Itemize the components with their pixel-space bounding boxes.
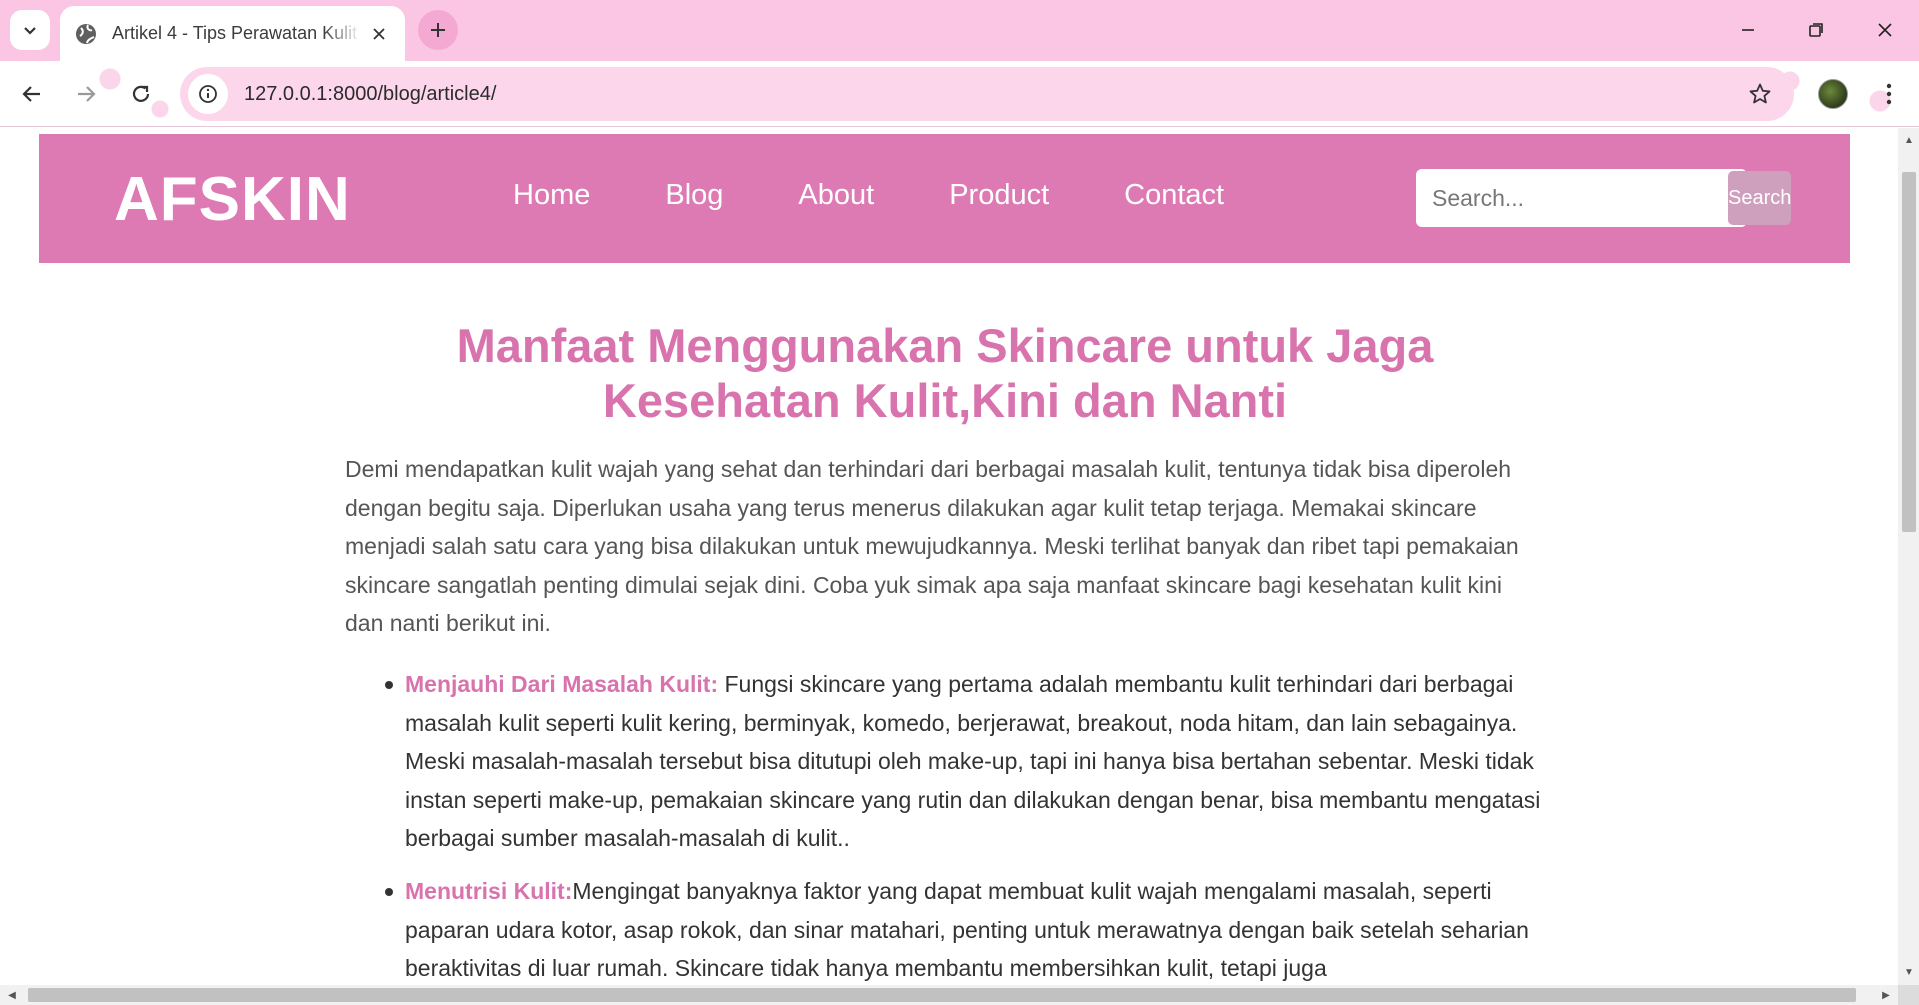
article: Manfaat Menggunakan Skincare untuk Jaga … bbox=[345, 318, 1545, 985]
main-nav: Home Blog About Product Contact bbox=[513, 179, 1299, 212]
horizontal-scroll-thumb[interactable] bbox=[28, 988, 1856, 1002]
close-tab-icon[interactable] bbox=[367, 22, 391, 46]
chevron-down-icon bbox=[24, 27, 36, 35]
nav-home[interactable]: Home bbox=[513, 179, 590, 212]
list-item-text: Fungsi skincare yang pertama adalah memb… bbox=[405, 670, 1541, 852]
site-logo[interactable]: AFSKIN bbox=[114, 164, 351, 235]
new-tab-button[interactable] bbox=[418, 10, 458, 50]
star-icon bbox=[1749, 83, 1771, 104]
list-item: Menjauhi Dari Masalah Kulit: Fungsi skin… bbox=[385, 665, 1545, 858]
site-header: AFSKIN Home Blog About Product Contact S… bbox=[39, 134, 1850, 263]
search-form: Search bbox=[1416, 169, 1792, 227]
page-viewport: AFSKIN Home Blog About Product Contact S… bbox=[0, 128, 1898, 985]
minimize-icon bbox=[1742, 29, 1754, 31]
url-text[interactable]: 127.0.0.1:8000/blog/article4/ bbox=[244, 83, 1740, 106]
browser-menu-button[interactable] bbox=[1872, 77, 1906, 111]
close-window-button[interactable] bbox=[1863, 8, 1907, 52]
address-bar-row: 127.0.0.1:8000/blog/article4/ bbox=[0, 61, 1919, 127]
list-item: Menutrisi Kulit:Mengingat banyaknya fakt… bbox=[385, 872, 1545, 985]
search-input[interactable] bbox=[1418, 171, 1728, 225]
nav-contact[interactable]: Contact bbox=[1124, 179, 1224, 212]
list-item-label: Menutrisi Kulit: bbox=[405, 877, 573, 904]
back-button[interactable] bbox=[14, 76, 50, 112]
close-icon bbox=[1878, 23, 1892, 37]
bookmark-button[interactable] bbox=[1740, 74, 1780, 114]
reload-button[interactable] bbox=[123, 76, 159, 112]
site-info-button[interactable] bbox=[188, 74, 228, 114]
info-icon bbox=[199, 85, 217, 103]
scroll-up-icon[interactable]: ▲ bbox=[1902, 132, 1916, 148]
more-vertical-icon bbox=[1886, 83, 1892, 105]
search-button[interactable]: Search bbox=[1728, 171, 1792, 225]
article-intro: Demi mendapatkan kulit wajah yang sehat … bbox=[345, 456, 1519, 637]
article-title: Manfaat Menggunakan Skincare untuk Jaga … bbox=[456, 319, 1434, 427]
scrollbar-corner bbox=[1898, 985, 1919, 1005]
list-item-label: Menjauhi Dari Masalah Kulit: bbox=[405, 670, 719, 697]
plus-icon bbox=[431, 23, 445, 37]
scroll-right-icon[interactable]: ▶ bbox=[1878, 987, 1894, 1003]
browser-tab[interactable]: Artikel 4 - Tips Perawatan Kulit bbox=[60, 6, 405, 61]
scroll-left-icon[interactable]: ◀ bbox=[4, 987, 20, 1003]
nav-blog[interactable]: Blog bbox=[665, 179, 723, 212]
forward-button[interactable] bbox=[68, 76, 104, 112]
list-item-text: Mengingat banyaknya faktor yang dapat me… bbox=[405, 877, 1529, 982]
profile-avatar[interactable] bbox=[1818, 79, 1848, 109]
horizontal-scrollbar[interactable]: ◀ ▶ bbox=[0, 985, 1898, 1005]
tab-search-button[interactable] bbox=[10, 10, 50, 50]
restore-icon bbox=[1809, 23, 1823, 37]
vertical-scrollbar[interactable]: ▲ ▼ bbox=[1898, 128, 1919, 985]
benefit-list: Menjauhi Dari Masalah Kulit: Fungsi skin… bbox=[345, 665, 1545, 985]
vertical-scroll-thumb[interactable] bbox=[1902, 172, 1916, 532]
nav-product[interactable]: Product bbox=[949, 179, 1049, 212]
minimize-button[interactable] bbox=[1726, 8, 1770, 52]
browser-tab-strip: Artikel 4 - Tips Perawatan Kulit bbox=[0, 0, 1919, 61]
scroll-down-icon[interactable]: ▼ bbox=[1902, 964, 1916, 980]
restore-button[interactable] bbox=[1794, 8, 1838, 52]
omnibox[interactable]: 127.0.0.1:8000/blog/article4/ bbox=[180, 67, 1794, 121]
globe-icon bbox=[76, 23, 96, 44]
tab-title: Artikel 4 - Tips Perawatan Kulit bbox=[112, 23, 358, 43]
reload-icon bbox=[132, 85, 150, 102]
arrow-left-icon bbox=[22, 86, 40, 102]
nav-about[interactable]: About bbox=[798, 179, 874, 212]
arrow-right-icon bbox=[78, 86, 96, 102]
